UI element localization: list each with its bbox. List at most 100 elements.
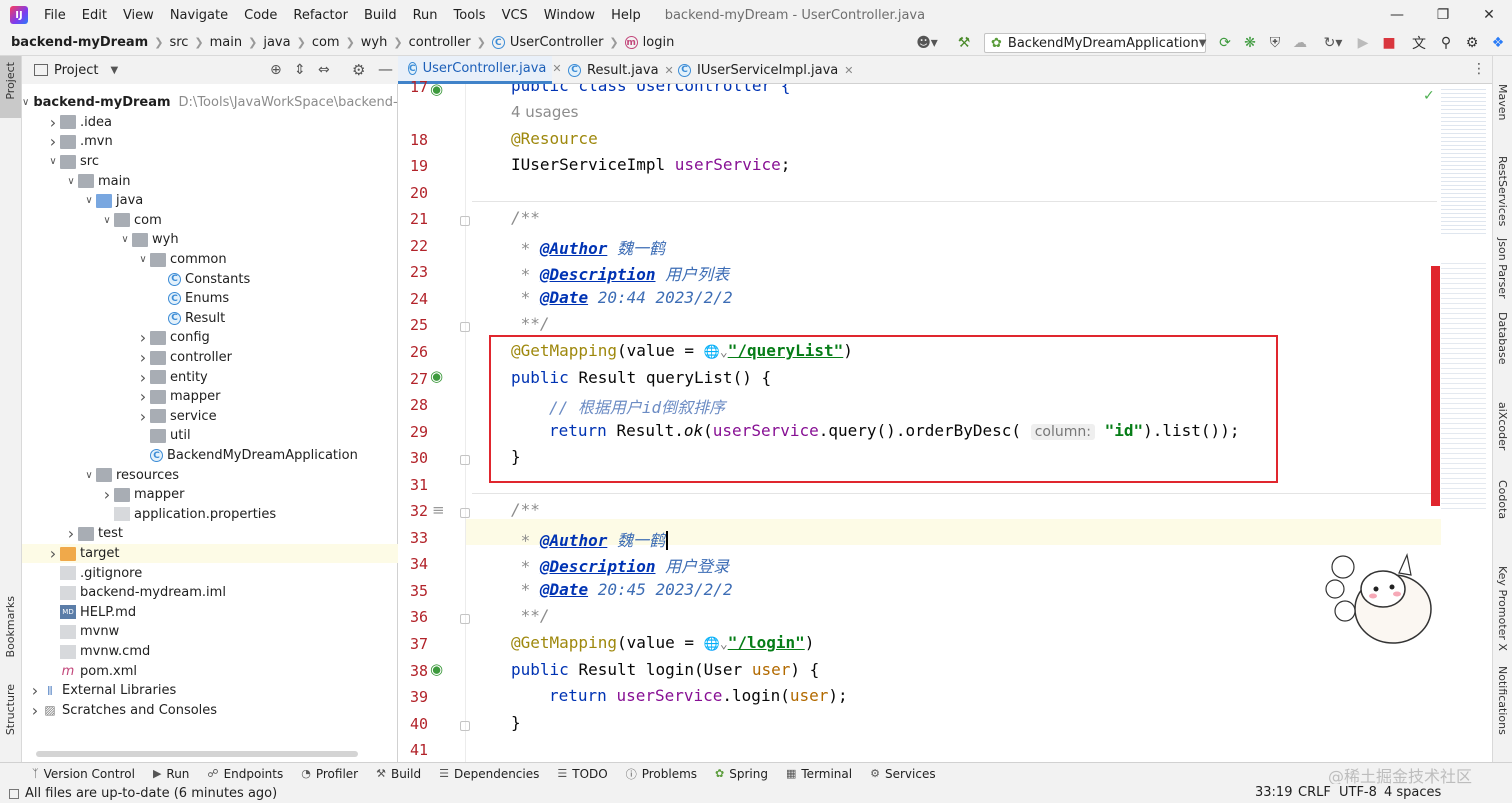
maven-tool-tab[interactable]: Maven <box>1496 84 1509 120</box>
chevron-right-icon[interactable]: › <box>136 407 150 426</box>
tree-item[interactable]: C Constants <box>22 269 398 289</box>
spring-bean-gutter-icon[interactable]: ◉ <box>430 660 443 678</box>
tree-item[interactable]: › Ⅱ External Libraries <box>22 681 398 701</box>
tool-build[interactable]: ⚒ Build <box>376 767 421 781</box>
chevron-right-icon[interactable]: › <box>100 485 114 504</box>
chevron-down-icon[interactable]: ∨ <box>46 156 60 167</box>
tree-item[interactable]: › controller <box>22 348 398 368</box>
caret-position[interactable]: 33:19 <box>1255 785 1292 800</box>
structure-tool-tab[interactable]: Structure <box>4 684 17 735</box>
tree-item[interactable]: › ▨ Scratches and Consoles <box>22 701 398 721</box>
chevron-right-icon[interactable]: › <box>136 328 150 347</box>
tree-item[interactable]: ∨ resources <box>22 465 398 485</box>
rerun-icon[interactable]: ⟳ <box>1214 32 1236 54</box>
tree-item[interactable]: C Enums <box>22 289 398 309</box>
breadcrumb-method[interactable]: m login <box>621 35 679 50</box>
line-number[interactable]: 23 <box>398 263 428 281</box>
project-tool-tab[interactable]: Project <box>4 62 17 100</box>
line-number[interactable]: 26 <box>398 343 428 361</box>
line-number[interactable]: 29 <box>398 423 428 441</box>
collapse-all-icon[interactable]: ⇔ <box>318 62 330 78</box>
tree-item[interactable]: › entity <box>22 367 398 387</box>
user-icon[interactable]: ☻▾ <box>912 32 942 54</box>
tree-item[interactable]: C BackendMyDreamApplication <box>22 446 398 466</box>
tree-item[interactable]: mvnw <box>22 622 398 642</box>
coverage-icon[interactable]: ⛨ <box>1264 32 1286 54</box>
tree-item[interactable]: › test <box>22 524 398 544</box>
tool-todo[interactable]: ☰ TODO <box>557 767 607 781</box>
breadcrumb-wyh[interactable]: wyh <box>357 35 392 50</box>
settings-gear-icon[interactable]: ⚙ <box>1461 32 1483 54</box>
tree-item[interactable]: › service <box>22 407 398 427</box>
debug-icon[interactable]: ❋ <box>1239 32 1261 54</box>
line-number[interactable]: 20 <box>398 184 428 202</box>
line-number[interactable]: 27 <box>398 370 428 388</box>
code-minimap[interactable]: ✓ <box>1423 84 1492 762</box>
menu-help[interactable]: Help <box>603 8 649 23</box>
breadcrumb-class[interactable]: C UserController <box>488 35 608 50</box>
chevron-down-icon[interactable]: ∨ <box>64 176 78 187</box>
bookmarks-tool-tab[interactable]: Bookmarks <box>4 596 17 657</box>
horizontal-scrollbar[interactable] <box>36 751 358 757</box>
globe-url-icon[interactable]: 🌐⌄ <box>704 637 728 652</box>
more-tabs-icon[interactable]: ⋮ <box>1472 61 1486 77</box>
tree-item[interactable]: .gitignore <box>22 563 398 583</box>
tool-terminal[interactable]: ▦ Terminal <box>786 767 852 781</box>
tree-item[interactable]: › .mvn <box>22 132 398 152</box>
menu-build[interactable]: Build <box>356 8 405 23</box>
indent-setting[interactable]: 4 spaces <box>1384 785 1441 800</box>
hide-panel-icon[interactable]: — <box>378 60 393 78</box>
line-number[interactable]: 39 <box>398 688 428 706</box>
profile-icon[interactable]: ☁ <box>1289 32 1311 54</box>
tree-item[interactable]: ∨ common <box>22 250 398 270</box>
tree-item[interactable]: › .idea <box>22 113 398 133</box>
chevron-right-icon[interactable]: › <box>136 348 150 367</box>
expand-all-icon[interactable]: ⇕ <box>294 62 306 78</box>
line-number[interactable]: 28 <box>398 396 428 414</box>
line-number[interactable]: 25 <box>398 316 428 334</box>
tree-item[interactable]: ∨ wyh <box>22 230 398 250</box>
chevron-right-icon[interactable]: › <box>28 701 42 720</box>
tree-item[interactable]: ∨ com <box>22 211 398 231</box>
tool-run[interactable]: ▶ Run <box>153 767 189 781</box>
tool-endpoints[interactable]: ☍ Endpoints <box>207 767 283 781</box>
breadcrumb-project[interactable]: backend-myDream <box>0 35 152 50</box>
tree-item[interactable]: › config <box>22 328 398 348</box>
tree-item[interactable]: C Result <box>22 309 398 329</box>
keypromoter-tool-tab[interactable]: Key Promoter X <box>1496 566 1509 651</box>
chevron-right-icon[interactable]: › <box>46 113 60 132</box>
tool-spring[interactable]: ✿ Spring <box>715 767 768 781</box>
tool-services[interactable]: ⚙ Services <box>870 767 935 781</box>
more-run-options-icon[interactable]: ↻▾ <box>1316 32 1350 54</box>
menu-refactor[interactable]: Refactor <box>285 8 356 23</box>
chevron-right-icon[interactable]: › <box>28 681 42 700</box>
locate-icon[interactable]: ⊕ <box>270 62 282 78</box>
line-number[interactable]: 32 <box>398 502 428 520</box>
breadcrumb-main[interactable]: main <box>206 35 246 50</box>
chevron-down-icon[interactable]: ∨ <box>136 254 150 265</box>
line-number[interactable]: 34 <box>398 555 428 573</box>
doc-render-icon[interactable]: ≡ <box>432 501 445 519</box>
chevron-right-icon[interactable]: › <box>46 544 60 563</box>
plugin-icon[interactable]: ❖ <box>1487 32 1509 54</box>
line-number[interactable]: 17 <box>398 78 428 96</box>
tree-item[interactable]: ∨ main <box>22 171 398 191</box>
menu-window[interactable]: Window <box>536 8 603 23</box>
breadcrumb-java[interactable]: java <box>259 35 294 50</box>
restservices-tool-tab[interactable]: RestServices <box>1496 156 1509 226</box>
line-number[interactable]: 22 <box>398 237 428 255</box>
tree-item[interactable]: application.properties <box>22 505 398 525</box>
panel-settings-gear-icon[interactable]: ⚙ <box>352 61 365 79</box>
breadcrumb-com[interactable]: com <box>308 35 344 50</box>
tab-result[interactable]: C Result.java ✕ <box>558 56 684 84</box>
line-number[interactable]: 41 <box>398 741 428 759</box>
tree-item[interactable]: MD HELP.md <box>22 603 398 623</box>
inspection-ok-check-icon[interactable]: ✓ <box>1423 88 1435 104</box>
menu-tools[interactable]: Tools <box>446 8 494 23</box>
line-number[interactable]: 30 <box>398 449 428 467</box>
build-hammer-icon[interactable]: ⚒ <box>953 32 975 54</box>
resume-icon[interactable]: ▶ <box>1352 32 1374 54</box>
menu-file[interactable]: File <box>36 8 74 23</box>
close-button[interactable]: ✕ <box>1466 0 1512 30</box>
tool-version-control[interactable]: ᛉ Version Control <box>32 767 135 781</box>
